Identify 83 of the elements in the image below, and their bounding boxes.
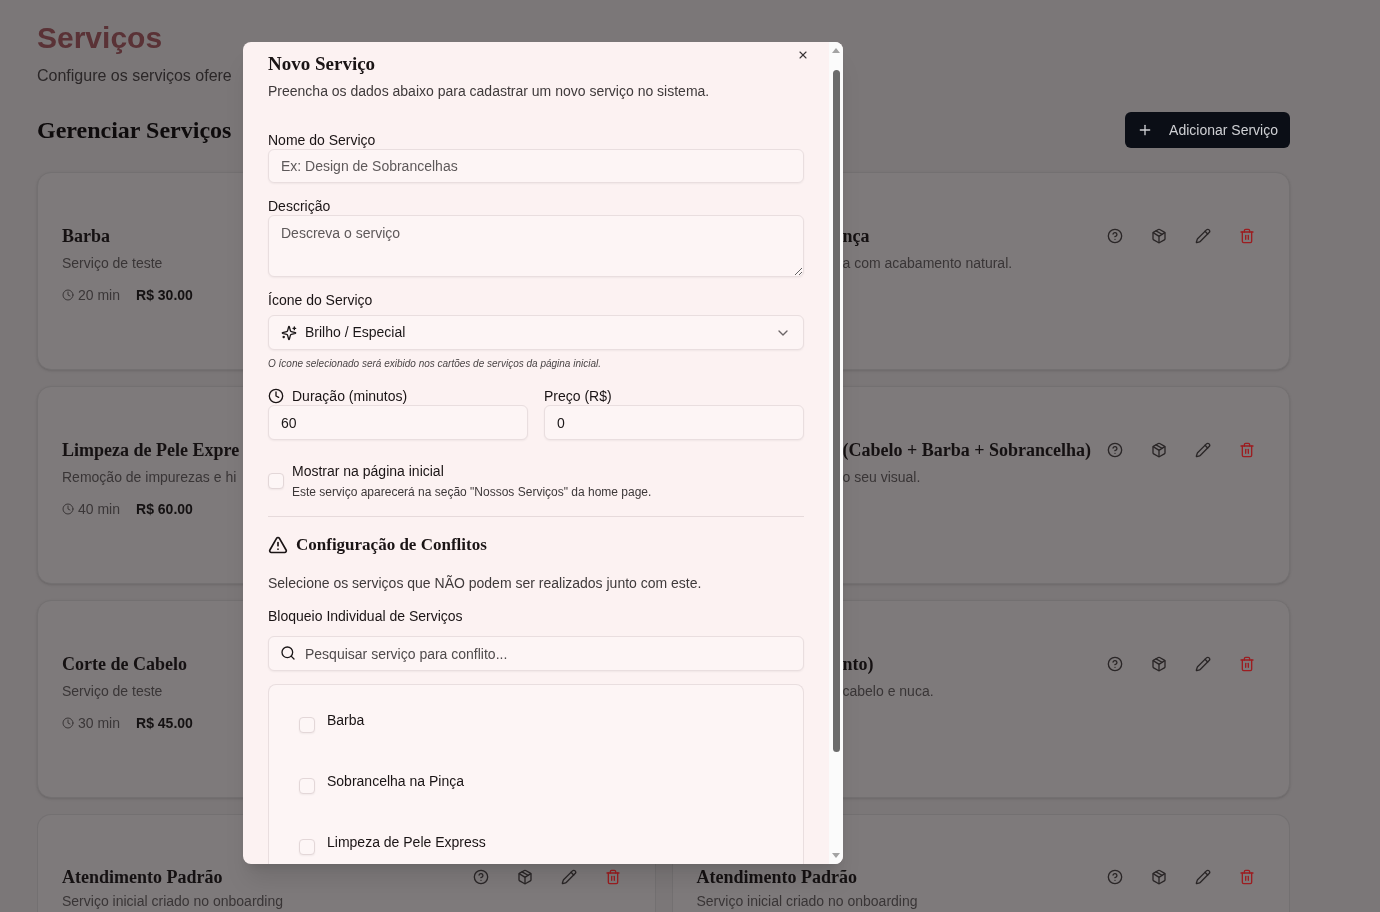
service-duration: 30 min bbox=[78, 714, 121, 733]
service-title: Limpeza de Pele Expre bbox=[62, 439, 240, 462]
package-icon[interactable] bbox=[1151, 869, 1167, 885]
trash-icon[interactable] bbox=[604, 869, 621, 885]
dialog-title: Novo Serviço bbox=[268, 52, 376, 76]
service-description: Remoção de impurezas e hi bbox=[62, 468, 237, 487]
name-input[interactable]: Ex: Design de Sobrancelhas bbox=[268, 149, 804, 183]
service-option-label: Limpeza de Pele Express bbox=[327, 833, 486, 852]
field-label: Ícone do Serviço bbox=[268, 291, 373, 309]
clock-icon bbox=[62, 289, 74, 301]
trash-icon[interactable] bbox=[1239, 869, 1255, 885]
service-price: R$ 60.00 bbox=[136, 500, 193, 519]
service-description: a com acabamento natural. bbox=[842, 254, 1013, 273]
service-title: Atendimento Padrão bbox=[62, 866, 223, 889]
service-description: Serviço inicial criado no onboarding bbox=[696, 892, 918, 910]
checkbox[interactable] bbox=[299, 717, 315, 733]
pencil-icon[interactable] bbox=[1195, 656, 1211, 672]
checkbox-description: Este serviço aparecerá na seção "Nossos Serviços" da home page. bbox=[292, 484, 652, 500]
pencil-icon[interactable] bbox=[560, 869, 577, 885]
page-subtitle: Configure os serviços ofere bbox=[37, 66, 232, 86]
scrollbar-thumb[interactable] bbox=[832, 70, 840, 752]
service-option-label: Barba bbox=[327, 711, 365, 730]
service-title: nça bbox=[842, 225, 870, 248]
package-icon[interactable] bbox=[1151, 442, 1167, 458]
help-icon[interactable] bbox=[1107, 656, 1123, 672]
service-description: o seu visual. bbox=[842, 468, 921, 487]
field-label: Preço (R$) bbox=[544, 387, 612, 405]
trash-icon[interactable] bbox=[1239, 228, 1255, 244]
field-label: Nome do Serviço bbox=[268, 131, 376, 149]
checkbox[interactable] bbox=[299, 778, 315, 794]
icon-select[interactable]: Brilho / Especial bbox=[268, 315, 804, 350]
price-input[interactable]: 0 bbox=[544, 405, 804, 440]
help-icon[interactable] bbox=[1107, 442, 1123, 458]
clock-icon bbox=[62, 503, 74, 515]
service-option-label: Sobrancelha na Pinça bbox=[327, 772, 464, 791]
scroll-up-icon[interactable] bbox=[832, 48, 840, 53]
warning-icon bbox=[268, 535, 288, 555]
service-price: R$ 30.00 bbox=[136, 286, 193, 305]
package-icon[interactable] bbox=[516, 869, 533, 885]
field-hint: O ícone selecionado será exibido nos cartões de serviços da página inicial. bbox=[268, 357, 601, 371]
clock-icon bbox=[62, 717, 74, 729]
duration-input[interactable]: 60 bbox=[268, 405, 528, 440]
service-title: nto) bbox=[842, 653, 874, 676]
service-duration: 20 min bbox=[78, 286, 121, 305]
service-title: (Cabelo + Barba + Sobrancelha) bbox=[842, 439, 1092, 462]
pencil-icon[interactable] bbox=[1195, 442, 1211, 458]
section-description: Selecione os serviços que NÃO podem ser realizados junto com este. bbox=[268, 574, 702, 593]
description-textarea[interactable]: Descreva o serviço bbox=[268, 215, 804, 277]
service-title: Corte de Cabelo bbox=[62, 653, 187, 676]
service-description: Serviço de teste bbox=[62, 254, 163, 273]
checkbox-label: Mostrar na página inicial bbox=[292, 462, 444, 480]
help-icon[interactable] bbox=[472, 869, 489, 885]
search-field[interactable]: Pesquisar serviço para conflito... bbox=[268, 636, 804, 671]
section-title: Gerenciar Serviços bbox=[37, 116, 232, 145]
service-duration: 40 min bbox=[78, 500, 121, 519]
clock-icon bbox=[268, 388, 284, 404]
pencil-icon[interactable] bbox=[1195, 869, 1211, 885]
help-icon[interactable] bbox=[1107, 869, 1123, 885]
help-icon[interactable] bbox=[1107, 228, 1123, 244]
sparkles-icon bbox=[281, 324, 297, 341]
service-price: R$ 45.00 bbox=[136, 714, 193, 733]
add-service-button[interactable]: Adicionar Serviço bbox=[1125, 112, 1290, 148]
search-icon bbox=[280, 645, 296, 661]
trash-icon[interactable] bbox=[1239, 656, 1255, 672]
field-label: Bloqueio Individual de Serviços bbox=[268, 607, 463, 626]
pencil-icon[interactable] bbox=[1195, 228, 1211, 244]
package-icon[interactable] bbox=[1151, 656, 1167, 672]
section-heading: Configuração de Conflitos bbox=[296, 534, 487, 556]
service-title: Atendimento Padrão bbox=[696, 866, 857, 889]
field-label: Duração (minutos) bbox=[292, 387, 408, 405]
close-icon[interactable] bbox=[797, 49, 809, 61]
trash-icon[interactable] bbox=[1239, 442, 1255, 458]
scroll-down-icon[interactable] bbox=[832, 853, 840, 858]
service-description: Serviço de teste bbox=[62, 682, 163, 701]
checkbox[interactable] bbox=[268, 473, 284, 489]
checkbox[interactable] bbox=[299, 839, 315, 855]
page-title: Serviços bbox=[37, 20, 163, 56]
package-icon[interactable] bbox=[1151, 228, 1167, 244]
field-label: Descrição bbox=[268, 197, 331, 215]
service-description: Serviço inicial criado no onboarding bbox=[62, 892, 284, 910]
service-description: cabelo e nuca. bbox=[842, 682, 934, 701]
service-title: Barba bbox=[62, 225, 110, 248]
dialog-description: Preencha os dados abaixo para cadastrar um novo serviço no sistema. bbox=[268, 82, 710, 101]
